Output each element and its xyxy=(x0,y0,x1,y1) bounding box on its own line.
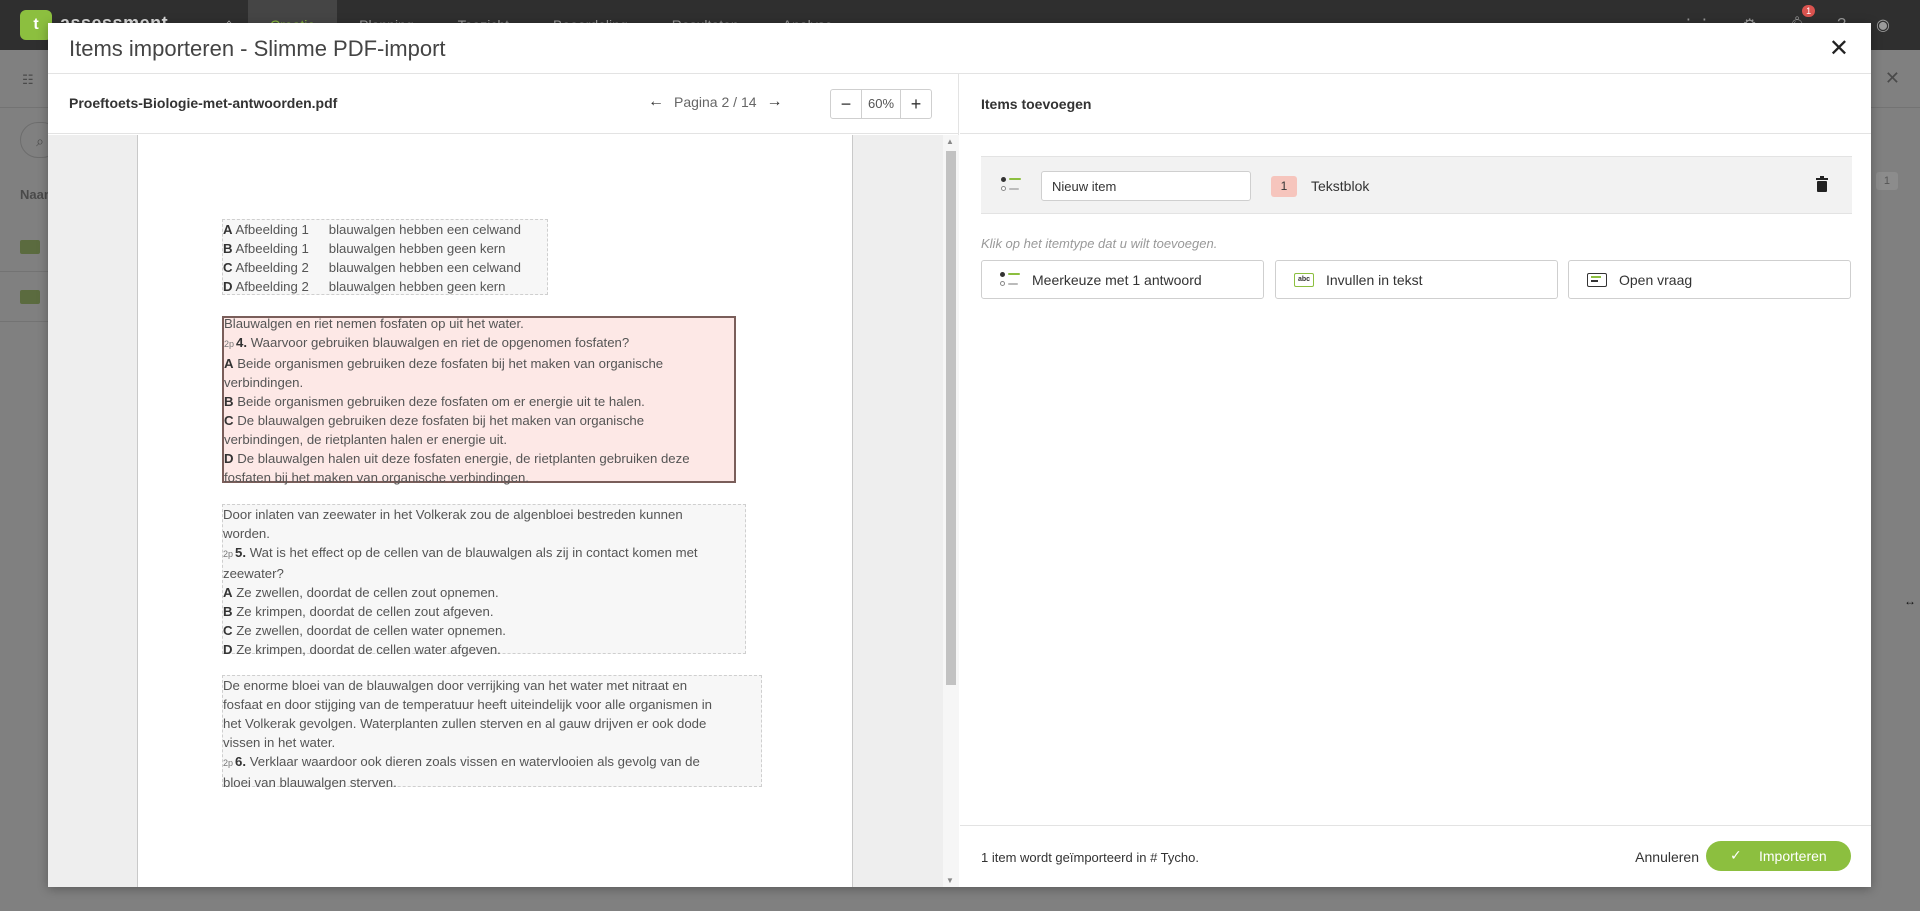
add-open-question-button[interactable]: Open vraag xyxy=(1568,260,1851,299)
scroll-down-icon[interactable]: ▼ xyxy=(946,876,954,885)
zoom-control: − 60% + xyxy=(830,89,932,119)
zoom-value: 60% xyxy=(861,90,901,118)
block-text-line: De enorme bloei van de blauwalgen door v… xyxy=(223,678,688,693)
option-line: A Ze zwellen, doordat de cellen zout opn… xyxy=(223,585,499,600)
pdf-selected-block[interactable]: Blauwalgen en riet nemen fosfaten op uit… xyxy=(222,316,736,485)
question-line-cont: zeewater? xyxy=(223,566,284,581)
item-name-input[interactable] xyxy=(1041,171,1251,201)
add-fill-in-button[interactable]: abc Invullen in tekst xyxy=(1275,260,1558,299)
option-line: B Beide organismen gebruiken deze fosfat… xyxy=(224,394,645,409)
option-line-cont: verbindingen, de rietplanten halen er en… xyxy=(224,432,507,447)
block-intro: worden. xyxy=(223,526,270,541)
items-header: Items toevoegen xyxy=(960,74,1871,134)
trash-icon[interactable] xyxy=(1816,176,1828,192)
background-close-icon[interactable]: ✕ xyxy=(1885,68,1900,89)
item-count-badge: 1 xyxy=(1271,176,1297,197)
zoom-in-button[interactable]: + xyxy=(901,90,931,118)
add-open-question-label: Open vraag xyxy=(1619,272,1693,288)
multiple-choice-icon xyxy=(1001,176,1023,194)
option-line: C Afbeelding 2 blauwalgen hebben een celw… xyxy=(223,260,521,275)
next-page-icon[interactable]: → xyxy=(767,93,783,111)
block-text-line: vissen in het water. xyxy=(223,735,336,750)
add-fill-in-label: Invullen in tekst xyxy=(1326,272,1423,288)
import-modal: Items importeren - Slimme PDF-import ✕ P… xyxy=(48,23,1871,887)
option-line: A Afbeelding 1 blauwalgen hebben een celw… xyxy=(223,222,521,237)
question-line: 2p 5. Wat is het effect op de cellen van … xyxy=(223,545,698,560)
block-intro: Blauwalgen en riet nemen fosfaten op uit… xyxy=(224,316,524,331)
option-line: D Afbeelding 2 blauwalgen hebben geen ker… xyxy=(223,279,506,294)
scrollbar-thumb[interactable] xyxy=(946,151,956,685)
block-intro: Door inlaten van zeewater in het Volkera… xyxy=(223,507,683,522)
pdf-viewer-pane: Proeftoets-Biologie-met-antwoorden.pdf ←… xyxy=(48,74,959,887)
modal-title: Items importeren - Slimme PDF-import xyxy=(69,36,446,61)
question-line: 2p 6. Verklaar waardoor ook dieren zoals … xyxy=(223,754,700,769)
fill-in-text-icon: abc xyxy=(1294,273,1314,287)
option-line-cont: verbindingen. xyxy=(224,375,304,390)
block-text-line: fosfaat en door stijging van de temperat… xyxy=(223,697,712,712)
pdf-scrollbar[interactable]: ▲ ▼ xyxy=(943,135,959,887)
item-type-label: Tekstblok xyxy=(1311,178,1370,194)
pdf-toolbar: Proeftoets-Biologie-met-antwoorden.pdf ←… xyxy=(48,74,958,134)
close-icon[interactable]: ✕ xyxy=(1829,34,1849,63)
folder-icon xyxy=(20,290,40,304)
import-button[interactable]: ✓ Importeren xyxy=(1706,841,1851,871)
option-line: D Ze krimpen, doordat de cellen water af… xyxy=(223,642,501,657)
question-line-cont: bloei van blauwalgen sterven. xyxy=(223,775,397,790)
cancel-button[interactable]: Annuleren xyxy=(1635,849,1699,865)
pdf-text-block[interactable]: De enorme bloei van de blauwalgen door v… xyxy=(222,675,762,790)
import-summary: 1 item wordt geïmporteerd in # Tycho. xyxy=(981,850,1199,865)
resize-cursor-icon: ↔ xyxy=(1904,594,1916,608)
pdf-text-block[interactable]: A Afbeelding 1 blauwalgen hebben een celw… xyxy=(222,219,548,295)
background-count-badge: 1 xyxy=(1875,172,1898,190)
option-line: D De blauwalgen halen uit deze fosfaten … xyxy=(224,451,690,466)
tree-icon[interactable]: ☷ xyxy=(22,72,34,88)
modal-header: Items importeren - Slimme PDF-import ✕ xyxy=(48,23,1871,74)
open-question-icon xyxy=(1587,273,1607,287)
question-line: 2p 4. Waarvoor gebruiken blauwalgen en ri… xyxy=(224,335,630,350)
add-multiple-choice-label: Meerkeuze met 1 antwoord xyxy=(1032,272,1202,288)
notification-badge: 1 xyxy=(1802,5,1816,17)
type-hint: Klik op het itemtype dat u wilt toevoege… xyxy=(981,236,1218,251)
pdf-file-name: Proeftoets-Biologie-met-antwoorden.pdf xyxy=(69,95,338,111)
items-pane: Items toevoegen 1 Tekstblok Klik op het … xyxy=(960,74,1871,887)
item-row[interactable]: 1 Tekstblok xyxy=(981,156,1852,214)
background-list-item[interactable] xyxy=(0,272,48,322)
pdf-page: A Afbeelding 1 blauwalgen hebben een celw… xyxy=(137,135,853,887)
zoom-out-button[interactable]: − xyxy=(831,90,861,118)
pdf-text-block[interactable]: Door inlaten van zeewater in het Volkera… xyxy=(222,504,746,657)
option-line: A Beide organismen gebruiken deze fosfat… xyxy=(224,356,664,371)
import-button-label: Importeren xyxy=(1759,848,1827,864)
pdf-viewport[interactable]: A Afbeelding 1 blauwalgen hebben een celw… xyxy=(48,135,959,887)
items-title: Items toevoegen xyxy=(981,96,1092,112)
option-line: C Ze zwellen, doordat de cellen water op… xyxy=(223,623,506,638)
folder-icon xyxy=(20,240,40,254)
page-indicator: Pagina 2 / 14 xyxy=(674,94,757,110)
option-line-cont: fosfaten bij het maken van organische ve… xyxy=(224,470,529,485)
previous-page-icon[interactable]: ← xyxy=(648,93,664,111)
pager: ← Pagina 2 / 14 → xyxy=(648,93,783,111)
user-icon[interactable]: ◉ xyxy=(1876,15,1890,35)
option-line: B Afbeelding 1 blauwalgen hebben geen ker… xyxy=(223,241,506,256)
add-multiple-choice-button[interactable]: Meerkeuze met 1 antwoord xyxy=(981,260,1264,299)
block-text-line: het Volkerak gevolgen. Waterplanten zull… xyxy=(223,716,707,731)
background-list-item[interactable] xyxy=(0,222,48,272)
scroll-up-icon[interactable]: ▲ xyxy=(946,137,954,146)
modal-footer: 1 item wordt geïmporteerd in # Tycho. An… xyxy=(960,825,1871,887)
multiple-choice-icon xyxy=(1000,271,1022,289)
check-icon: ✓ xyxy=(1730,847,1742,863)
option-line: B Ze krimpen, doordat de cellen zout afg… xyxy=(223,604,494,619)
option-line: C De blauwalgen gebruiken deze fosfaten … xyxy=(224,413,645,428)
